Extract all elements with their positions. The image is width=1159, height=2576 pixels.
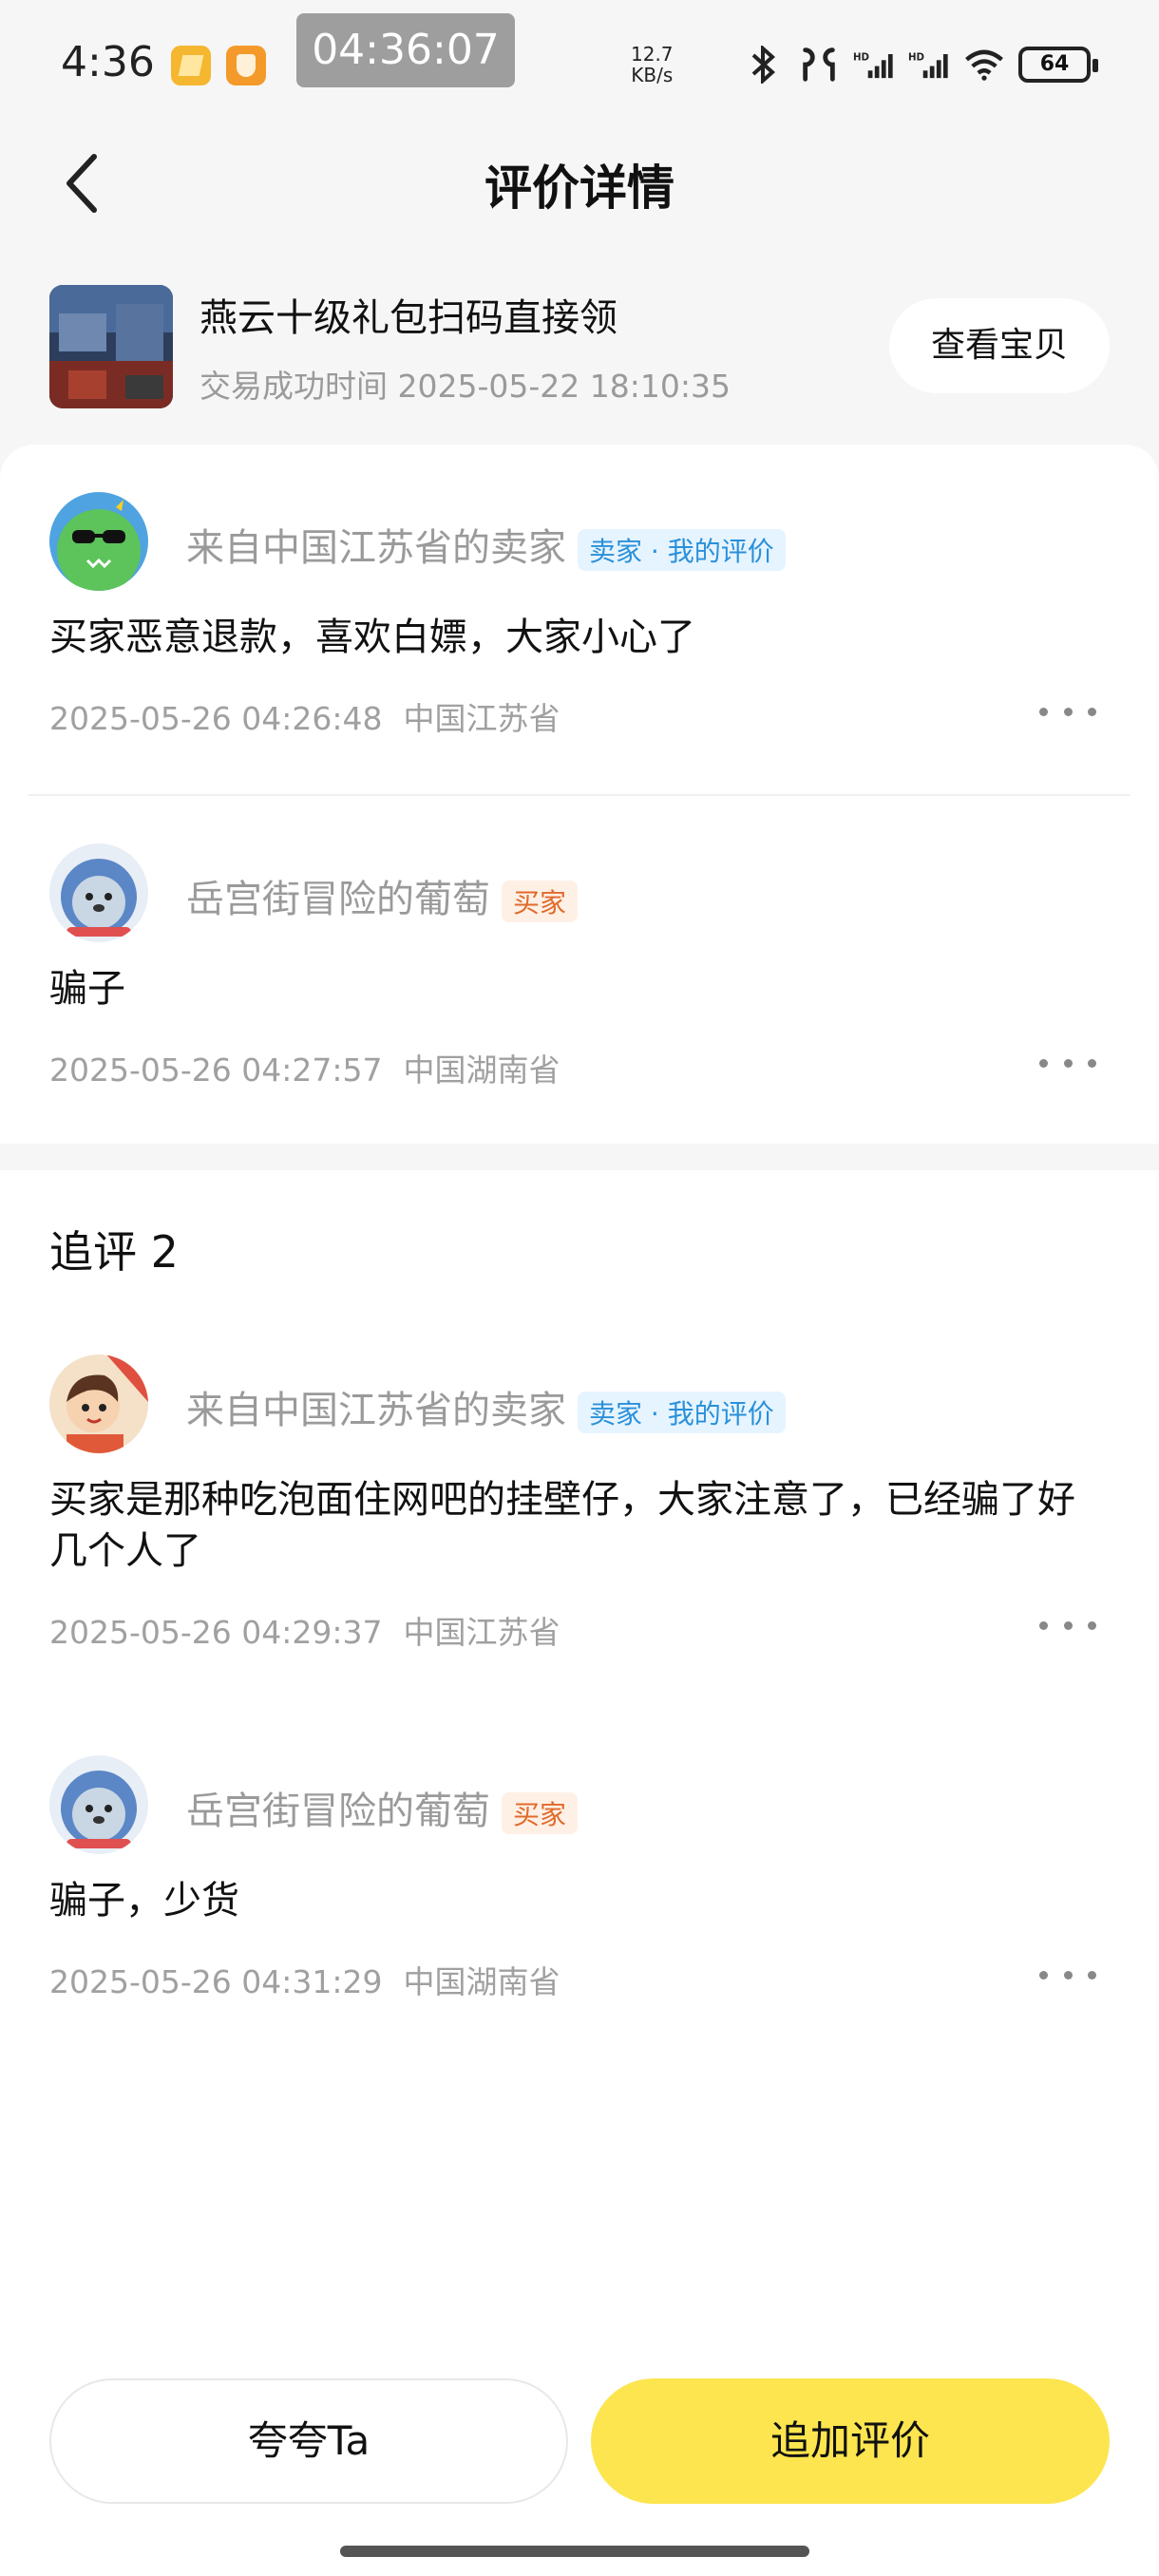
view-item-button[interactable]: 查看宝贝 [889,298,1110,393]
buyer-badge: 买家 [502,1792,579,1834]
signal-hd-2-icon: HD [908,44,950,85]
review-meta: 2025-05-26 04:27:57 中国湖南省 [49,1045,560,1090]
review-date: 2025-05-26 04:27:57 [49,1051,383,1089]
wifi-icon [963,44,1005,85]
review-date: 2025-05-26 04:29:37 [49,1614,383,1651]
shield-app-icon [226,46,266,85]
more-options-icon[interactable] [1039,1611,1096,1639]
more-options-icon[interactable] [1039,1960,1096,1989]
more-options-icon[interactable] [1039,697,1096,726]
seller-badge: 卖家 · 我的评价 [578,529,786,571]
page-title: 评价详情 [484,161,674,216]
add-review-button[interactable]: 追加评价 [591,2378,1110,2504]
seller-badge: 卖家 · 我的评价 [578,1392,786,1433]
battery-icon: 64 [1018,47,1098,83]
review-meta: 2025-05-26 04:29:37 中国江苏省 [49,1607,560,1653]
review-meta: 2025-05-26 04:31:29 中国湖南省 [49,1957,560,2002]
home-indicator[interactable] [340,2546,809,2557]
network-speed: 12.7 KB/s [631,44,674,85]
network-speed-value: 12.7 [631,43,674,66]
review-text: 骗子，少货 [49,1879,239,1923]
reviewer-name-text: 岳宫街冒险的葡萄 [186,1790,490,1833]
product-name: 燕云十级礼包扫码直接领 [200,296,618,340]
review-location: 中国江苏省 [403,700,560,737]
review-location: 中国湖南省 [403,1051,560,1089]
notes-app-icon [171,46,211,85]
review-text: 骗子 [49,967,125,1011]
followup-section-title: 追评 2 [49,1226,179,1278]
review-location: 中国湖南省 [403,1963,560,2000]
product-row[interactable]: 燕云十级礼包扫码直接领 交易成功时间 2025-05-22 18:10:35 查… [0,264,1159,435]
avatar[interactable] [49,492,148,591]
reviewer-name: 来自中国江苏省的卖家 卖家 · 我的评价 [186,1379,786,1434]
avatar[interactable] [49,1354,148,1453]
review-meta: 2025-05-26 04:26:48 中国江苏省 [49,693,560,739]
bluetooth-icon [743,44,785,85]
avatar[interactable] [49,843,148,942]
review-card: 来自中国江苏省的卖家 卖家 · 我的评价 买家恶意退款，喜欢白嫖，大家小心了 20… [0,445,1159,1144]
deal-time: 交易成功时间 2025-05-22 18:10:35 [200,368,731,405]
status-bar: 4:36 04:36:07 12.7 KB/s HD HD 64 [0,0,1159,133]
review-location: 中国江苏省 [403,1614,560,1651]
header: 评价详情 [0,133,1159,228]
earbuds-icon [798,44,840,85]
reviewer-name-text: 来自中国江苏省的卖家 [186,526,566,570]
review-text: 买家恶意退款，喜欢白嫖，大家小心了 [49,616,695,659]
reviewer-name-text: 岳宫街冒险的葡萄 [186,878,490,921]
divider [28,794,1130,796]
signal-hd-1-icon: HD [853,44,895,85]
status-icons: HD HD 64 [743,44,1098,85]
praise-button[interactable]: 夸夸Ta [49,2378,568,2504]
reviewer-name-text: 来自中国江苏省的卖家 [186,1389,566,1432]
review-date: 2025-05-26 04:26:48 [49,700,383,737]
more-options-icon[interactable] [1039,1049,1096,1077]
svg-text:HD: HD [908,52,924,63]
buyer-badge: 买家 [502,881,579,922]
network-speed-unit: KB/s [631,64,674,86]
reviewer-name: 来自中国江苏省的卖家 卖家 · 我的评价 [186,517,786,572]
reviewer-name: 岳宫街冒险的葡萄 买家 [186,1780,579,1835]
review-text: 买家是那种吃泡面住网吧的挂壁仔，大家注意了，已经骗了好几个人了 [49,1478,1075,1573]
product-thumbnail[interactable] [49,285,173,408]
svg-text:HD: HD [853,52,869,63]
clock-overlay: 04:36:07 [296,13,515,87]
reviewer-name: 岳宫街冒险的葡萄 买家 [186,868,579,923]
avatar[interactable] [49,1755,148,1854]
review-date: 2025-05-26 04:31:29 [49,1963,383,2000]
status-time: 4:36 [61,38,155,86]
